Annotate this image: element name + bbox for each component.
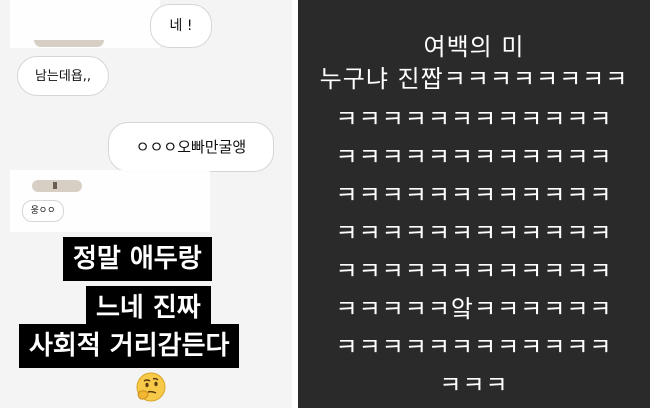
story-line: ㅋㅋㅋㅋㅋ앜ㅋㅋㅋㅋㅋㅋ [335,295,613,323]
story-line: ㅋㅋㅋ [439,371,509,399]
chat-bubble: 웅ㅇㅇ [22,200,64,222]
chat-bubble: 네 ! [150,4,212,48]
image-thumbnail-fragment [34,40,104,47]
story-line: 누구냐 진짭ㅋㅋㅋㅋㅋㅋㅋㅋ [319,65,629,93]
story-line: ㅋㅋㅋㅋㅋㅋㅋㅋㅋㅋㅋㅋ [335,333,613,361]
story-line: ㅋㅋㅋㅋㅋㅋㅋㅋㅋㅋㅋㅋ [335,257,613,285]
story-line: ㅋㅋㅋㅋㅋㅋㅋㅋㅋㅋㅋㅋ [335,105,613,133]
caption-line: 정말 애두랑 [63,237,212,281]
story-line: ㅋㅋㅋㅋㅋㅋㅋㅋㅋㅋㅋㅋ [335,143,613,171]
image-thumbnail-fragment [32,180,82,192]
chat-bubble-text: 웅ㅇㅇ [30,205,56,216]
chat-bubble: 남는데욥,, [17,56,109,96]
caption-line: 사회적 거리감든다 [19,324,240,368]
chat-bubble-text: ㅇㅇㅇ오빠만굴앵 [135,137,247,156]
chat-bubble-text: 남는데욥,, [34,68,92,84]
chat-screenshot-panel: 네 ! 남는데욥,, ㅇㅇㅇ오빠만굴앵 웅ㅇㅇ 정말 애두랑 느네 진짜 사회적… [0,0,292,408]
story-line: ㅋㅋㅋㅋㅋㅋㅋㅋㅋㅋㅋㅋ [335,219,613,247]
chat-bubble: ㅇㅇㅇ오빠만굴앵 [108,122,274,172]
thinking-face-icon [136,372,166,402]
story-title: 여백의 미 [423,33,525,61]
chat-bubble-text: 네 ! [169,18,193,34]
story-line: ㅋㅋㅋㅋㅋㅋㅋㅋㅋㅋㅋㅋ [335,181,613,209]
story-text-panel: 여백의 미 누구냐 진짭ㅋㅋㅋㅋㅋㅋㅋㅋ ㅋㅋㅋㅋㅋㅋㅋㅋㅋㅋㅋㅋ ㅋㅋㅋㅋㅋㅋ… [298,0,650,408]
